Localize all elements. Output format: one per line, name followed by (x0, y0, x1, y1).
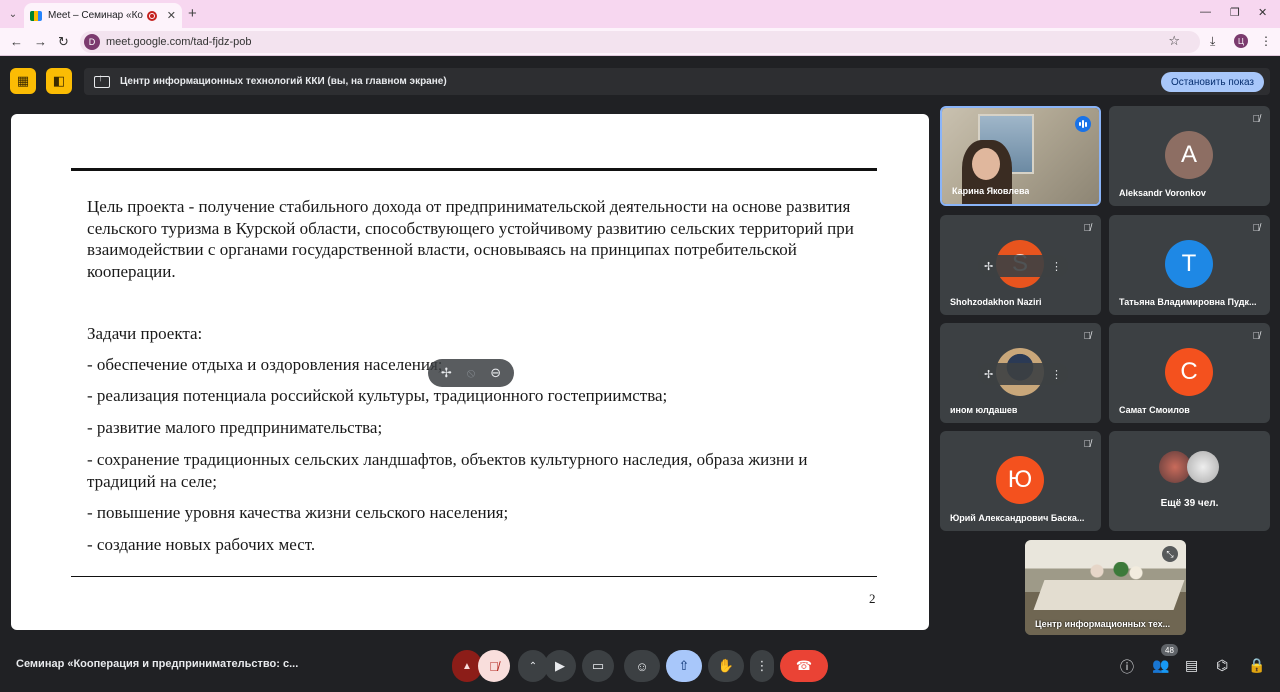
more-participants-tile[interactable]: Ещё 39 чел. (1109, 431, 1270, 531)
browser-tab-strip: ⌄ Meet – Семинар «Коопера ✕ + — ❐ ✕ (0, 0, 1280, 28)
pin-icon[interactable]: ✢ (984, 260, 993, 273)
bookmark-star-icon[interactable]: ☆ (1168, 33, 1180, 49)
pin-icon[interactable]: ✢ (437, 365, 455, 381)
participant-name: Shohzodakhon Naziri (950, 297, 1042, 307)
more-options-icon[interactable]: ⋮ (1051, 260, 1062, 273)
chat-icon[interactable]: ▤ (1185, 657, 1198, 674)
restore-icon[interactable]: ❐ (1230, 6, 1240, 19)
activities-icon[interactable]: ⌬ (1216, 657, 1228, 674)
slides-panel-icon[interactable]: ▦ (10, 68, 36, 94)
presentation-hover-controls: ✢ ⦸ ⊖ (428, 359, 514, 387)
participant-name: ином юлдашев (950, 405, 1018, 415)
mic-off-icon: 🎙̸ (1083, 331, 1092, 342)
participant-tile[interactable]: 🎙̸ Ю Юрий Александрович Баска... (940, 431, 1101, 531)
tile-hover-controls: ✢ ⋮ (978, 363, 1068, 385)
present-button[interactable]: ⇧ (666, 650, 702, 682)
raise-hand-button[interactable]: ✋ (708, 650, 744, 682)
recording-icon (146, 10, 157, 21)
meet-favicon-icon (30, 10, 42, 21)
slide-bottom-rule (71, 576, 877, 577)
present-screen-icon (94, 73, 110, 88)
address-toolbar: ← → ↻ D meet.google.com/tad-fjdz-pob ☆ ⤓… (0, 28, 1280, 56)
host-controls-icon[interactable]: 🔒 (1248, 657, 1265, 674)
tab-search-icon[interactable]: ⌄ (4, 5, 22, 23)
remove-icon[interactable]: ⊖ (487, 365, 505, 381)
participant-tile[interactable]: 🎙̸ ✢ ⋮ ином юлдашев (940, 323, 1101, 423)
avatar: Т (1165, 240, 1213, 288)
new-tab-button[interactable]: + (188, 5, 197, 22)
mic-off-icon: 🎙̸ (1083, 439, 1092, 450)
people-count-badge: 48 (1161, 644, 1178, 656)
profile-avatar[interactable]: Ц (1234, 34, 1248, 48)
layout-icon[interactable]: ◧ (46, 68, 72, 94)
slide-task-item: - повышение уровня качества жизни сельск… (87, 503, 509, 522)
mic-off-icon: 🎙̸ (1252, 223, 1261, 234)
emoji-button[interactable]: ☺ (624, 650, 660, 682)
video-table (1033, 580, 1185, 610)
more-options-icon[interactable]: ⋮ (1051, 368, 1062, 381)
people-icon[interactable]: 👥 (1152, 657, 1169, 674)
slide-task-item: - реализация потенциала российской культ… (87, 386, 668, 405)
participant-name: Юрий Александрович Баска... (950, 513, 1085, 523)
participant-name: Aleksandr Voronkov (1119, 188, 1206, 198)
stop-presenting-button[interactable]: Остановить показ (1161, 72, 1264, 92)
participant-tile[interactable]: 🎙̸ S ✢ ⋮ Shohzodakhon Naziri (940, 215, 1101, 315)
minimize-icon[interactable]: — (1200, 6, 1211, 18)
participant-name: Татьяна Владимировна Пудк... (1119, 297, 1257, 307)
tab-title: Meet – Семинар «Коопера (48, 10, 143, 21)
address-field[interactable]: D meet.google.com/tad-fjdz-pob ☆ (80, 31, 1200, 53)
participant-tile[interactable]: 🎙̸ A Aleksandr Voronkov (1109, 106, 1270, 206)
self-view-options-icon[interactable]: ⤡ (1162, 546, 1178, 562)
participant-tile[interactable]: 🎙̸ С Самат Смоилов (1109, 323, 1270, 423)
slide-task-item: - сохранение традиционных сельских ландш… (87, 450, 808, 491)
avatar: С (1165, 348, 1213, 396)
self-view-name: Центр информационных тех... (1035, 619, 1171, 629)
avatar: A (1165, 131, 1213, 179)
camera-button[interactable]: ▶︎ (544, 650, 576, 682)
speaking-indicator-icon (1075, 116, 1091, 132)
close-window-icon[interactable]: ✕ (1258, 6, 1267, 19)
mic-off-icon: 🎙̸ (1083, 223, 1092, 234)
browser-tab[interactable]: Meet – Семинар «Коопера ✕ (24, 3, 182, 28)
url-text: meet.google.com/tad-fjdz-pob (106, 36, 252, 48)
captions-button[interactable]: ▭ (582, 650, 614, 682)
meeting-title: Семинар «Кооперация и предпринимательств… (16, 658, 299, 670)
slide-task-item: - развитие малого предпринимательства; (87, 418, 383, 437)
mic-off-button[interactable]: 🎙̸ (478, 650, 510, 682)
more-participants-label: Ещё 39 чел. (1160, 498, 1219, 509)
leave-call-button[interactable]: ☎ (780, 650, 828, 682)
more-options-button[interactable]: ⋮ (750, 650, 774, 682)
slide-top-rule (71, 168, 877, 171)
video-flowers (1085, 562, 1145, 580)
slide-page-number: 2 (869, 591, 876, 606)
presenting-text: Центр информационных технологий ККИ (вы,… (120, 76, 447, 87)
slide-goal-text: Цель проекта - получение стабильного дох… (87, 197, 854, 281)
self-view-tile[interactable]: ⤡ Центр информационных тех... (1025, 540, 1186, 635)
mute-audio-icon[interactable]: ⦸ (462, 365, 480, 381)
participant-tile[interactable]: Карина Яковлева (940, 106, 1101, 206)
avatar: Ю (996, 456, 1044, 504)
download-icon[interactable]: ⤓ (1210, 34, 1215, 49)
site-info-icon[interactable]: D (84, 34, 100, 50)
participant-tile[interactable]: 🎙̸ Т Татьяна Владимировна Пудк... (1109, 215, 1270, 315)
avatar (1187, 451, 1219, 483)
participant-name: Карина Яковлева (952, 186, 1030, 196)
slide-tasks-title: Задачи проекта: (87, 324, 203, 343)
tile-hover-controls: ✢ ⋮ (978, 255, 1068, 277)
participant-name: Самат Смоилов (1119, 405, 1190, 415)
back-icon[interactable]: ← (10, 34, 23, 49)
browser-menu-icon[interactable]: ⋮ (1260, 34, 1272, 48)
reload-icon[interactable]: ↻ (58, 34, 69, 50)
presenting-banner: Центр информационных технологий ККИ (вы,… (84, 68, 1270, 95)
mic-off-icon: 🎙̸ (1252, 331, 1261, 342)
tab-close-icon[interactable]: ✕ (167, 9, 176, 22)
mic-off-icon: 🎙̸ (1252, 114, 1261, 125)
forward-icon[interactable]: → (34, 34, 47, 49)
video-face (972, 148, 1000, 180)
pin-icon[interactable]: ✢ (984, 368, 993, 381)
slide-task-item: - создание новых рабочих мест. (87, 535, 316, 554)
meeting-info-icon[interactable]: ⓘ (1120, 657, 1134, 677)
